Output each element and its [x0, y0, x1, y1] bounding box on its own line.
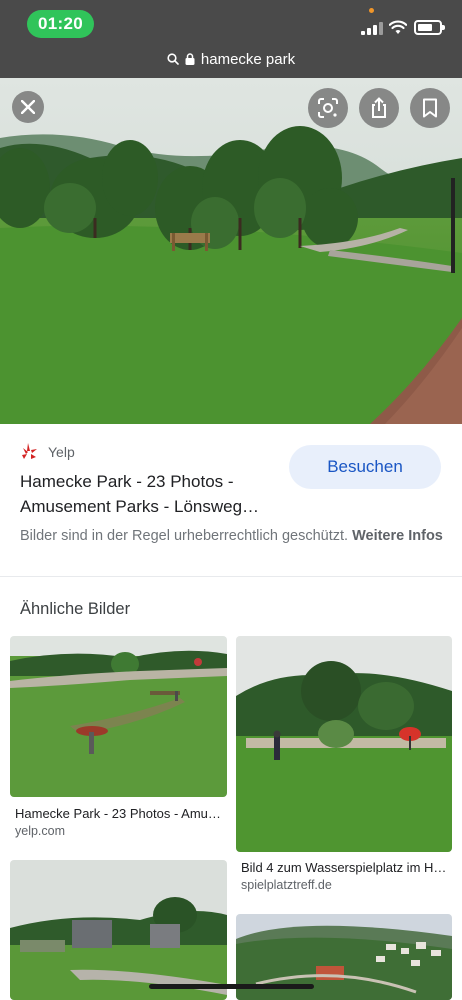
similar-image-card[interactable]: Hamecke Park - 23 Photos - Amu… yelp.com [10, 636, 227, 841]
home-indicator [149, 984, 314, 989]
park-photo [0, 78, 462, 424]
battery-icon [414, 20, 445, 35]
result-source[interactable]: Yelp [20, 442, 75, 462]
visit-button[interactable]: Besuchen [289, 445, 441, 489]
image-viewer-page: 01:20 hamecke park Yelp Hamecke Park - 2… [0, 0, 462, 1000]
url-bar[interactable]: hamecke park [0, 46, 462, 72]
wifi-icon [389, 20, 407, 34]
section-divider [0, 576, 462, 577]
similar-image-thumbnail [236, 636, 452, 852]
lock-icon [185, 53, 195, 65]
similar-image-domain: yelp.com [15, 824, 66, 838]
result-title[interactable]: Hamecke Park - 23 Photos - Amusement Par… [20, 469, 285, 519]
similar-image-title: Hamecke Park - 23 Photos - Amu… [15, 806, 221, 821]
privacy-indicator-dot [369, 8, 374, 13]
similar-images-heading: Ähnliche Bilder [20, 600, 131, 618]
search-icon [167, 53, 179, 65]
share-icon [372, 97, 386, 118]
yelp-logo-icon [22, 443, 37, 459]
similar-image-card[interactable]: Bild 4 zum Wasserspielplatz im H… spielp… [236, 636, 452, 898]
share-button[interactable] [359, 88, 399, 128]
result-info-panel: Yelp Hamecke Park - 23 Photos - Amusemen… [0, 424, 462, 576]
similar-image-domain: spielplatztreff.de [241, 878, 332, 892]
similar-image-thumbnail [10, 860, 227, 1000]
bookmark-icon [423, 98, 437, 118]
status-time: 01:20 [27, 10, 94, 38]
hero-image[interactable] [0, 78, 462, 424]
close-button[interactable] [12, 91, 44, 123]
signal-icon [361, 22, 383, 35]
more-info-link[interactable]: Weitere Infos [352, 528, 443, 544]
lens-button[interactable] [308, 88, 348, 128]
source-name: Yelp [48, 444, 75, 460]
close-icon [21, 100, 35, 114]
copyright-notice: Bilder sind in der Regel urheberrechtlic… [20, 526, 445, 546]
similar-image-card[interactable] [10, 860, 227, 1000]
copyright-text: Bilder sind in der Regel urheberrechtlic… [20, 528, 349, 544]
similar-image-thumbnail [10, 636, 227, 797]
lens-icon [318, 98, 338, 118]
browser-top-bar: 01:20 hamecke park [0, 0, 462, 78]
similar-image-title: Bild 4 zum Wasserspielplatz im H… [241, 860, 447, 875]
url-text: hamecke park [200, 50, 296, 68]
bookmark-button[interactable] [410, 88, 450, 128]
